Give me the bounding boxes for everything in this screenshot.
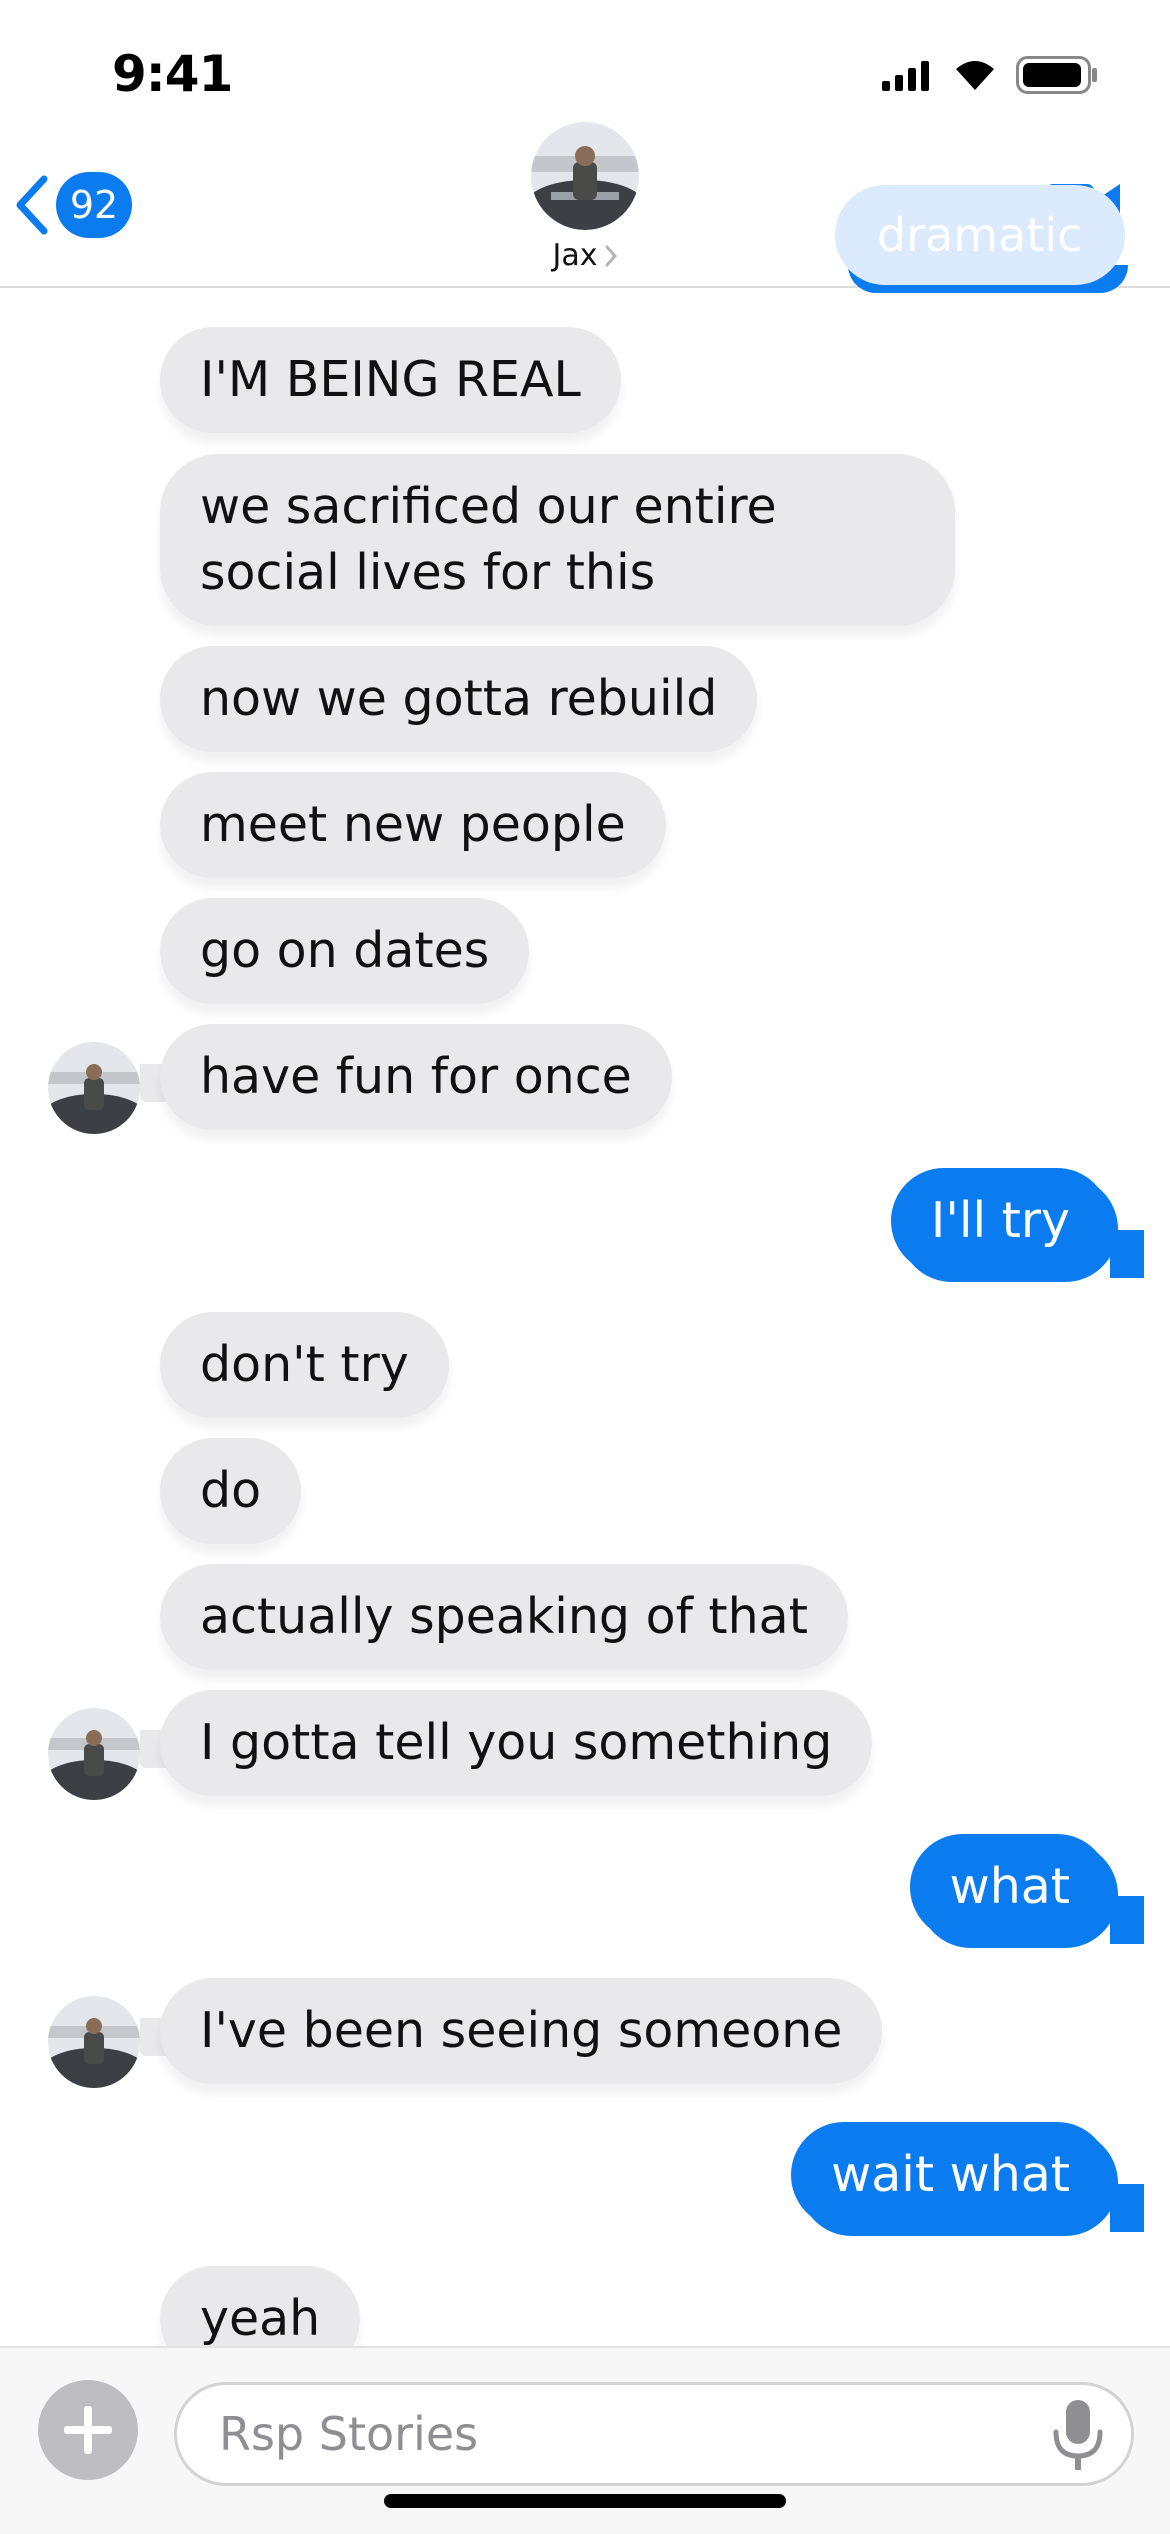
- message-bubble-incoming[interactable]: do: [160, 1438, 302, 1544]
- message-bubble-incoming[interactable]: don't try: [160, 1312, 449, 1418]
- contact-name: Jax: [552, 238, 598, 273]
- signal-icon: [882, 61, 929, 91]
- message-bubble-incoming[interactable]: we sacrificed our entire social lives fo…: [160, 454, 955, 626]
- message-bubble-outgoing[interactable]: what: [909, 1834, 1110, 1940]
- plus-icon: [64, 2406, 112, 2454]
- message-bubble-incoming[interactable]: go on dates: [160, 898, 530, 1004]
- message-bubble-incoming[interactable]: yeah: [160, 2266, 361, 2346]
- microphone-button[interactable]: [1050, 2400, 1106, 2476]
- message-bubble-incoming[interactable]: meet new people: [160, 772, 666, 878]
- wifi-icon: [956, 61, 994, 90]
- bubble-tail: [1110, 2184, 1144, 2232]
- message-bubble-outgoing[interactable]: I'll try: [890, 1168, 1110, 1274]
- message-bubble-incoming[interactable]: now we gotta rebuild: [160, 646, 758, 752]
- status-time: 9:41: [112, 45, 233, 103]
- previous-message-partial: dramatic: [835, 185, 1125, 285]
- status-icons: [882, 56, 1100, 94]
- message-bubble-incoming[interactable]: I'M BEING REAL: [160, 327, 621, 433]
- microphone-icon: [1053, 2400, 1103, 2470]
- back-chevron-icon: [16, 175, 48, 235]
- contact-avatar-small[interactable]: [48, 1042, 140, 1134]
- conversation-header: dramatic 92 Jax: [0, 122, 1170, 293]
- message-bubble-incoming[interactable]: I've been seeing someone: [160, 1978, 883, 2084]
- back-button[interactable]: 92: [12, 172, 132, 238]
- chevron-right-icon: [605, 245, 617, 266]
- message-thread[interactable]: I'M BEING REAL we sacrificed our entire …: [0, 286, 1170, 2346]
- message-input[interactable]: [174, 2382, 1134, 2486]
- message-bubble-outgoing[interactable]: wait what: [791, 2122, 1110, 2228]
- contact-avatar-small[interactable]: [48, 1708, 140, 1800]
- battery-icon: [1016, 56, 1097, 94]
- bubble-tail: [1110, 1230, 1144, 1278]
- contact-avatar[interactable]: [531, 122, 639, 230]
- add-attachment-button[interactable]: [38, 2380, 138, 2480]
- unread-count-badge: 92: [56, 172, 132, 238]
- home-indicator: [384, 2494, 786, 2508]
- contact-avatar-small[interactable]: [48, 1996, 140, 2088]
- contact-info[interactable]: Jax: [510, 122, 660, 273]
- message-bubble-incoming[interactable]: I gotta tell you something: [160, 1690, 873, 1796]
- message-bubble-incoming[interactable]: actually speaking of that: [160, 1564, 848, 1670]
- message-bubble-incoming[interactable]: have fun for once: [160, 1024, 672, 1130]
- bubble-tail: [1110, 1896, 1144, 1944]
